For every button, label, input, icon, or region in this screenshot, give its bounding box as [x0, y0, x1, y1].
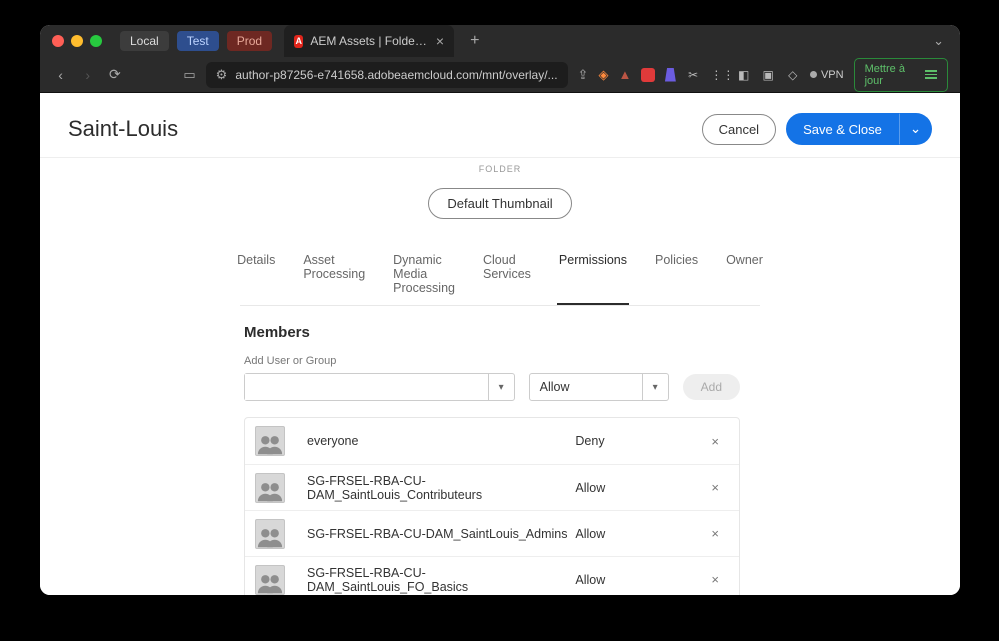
tab-permissions[interactable]: Permissions [557, 243, 629, 305]
page-title: Saint-Louis [68, 116, 702, 142]
tab-cloud-services[interactable]: Cloud Services [481, 243, 533, 305]
title-bar: Local Test Prod A AEM Assets | Folder Pr… [40, 25, 960, 57]
save-close-button[interactable]: Save & Close [786, 113, 899, 145]
page-content: Saint-Louis Cancel Save & Close ⌄ FOLDER… [40, 93, 960, 595]
add-button[interactable]: Add [683, 374, 740, 400]
role-select[interactable]: Allow ▾ [529, 373, 669, 401]
member-row: SG-FRSEL-RBA-CU-DAM_SaintLouis_FO_Basics… [245, 556, 739, 595]
ublock-icon[interactable] [641, 68, 655, 82]
close-window-button[interactable] [52, 35, 64, 47]
site-settings-icon[interactable]: ⚙ [216, 67, 228, 83]
default-thumbnail-button[interactable]: Default Thumbnail [428, 188, 571, 219]
vpn-label: VPN [821, 69, 844, 81]
tab-details[interactable]: Details [235, 243, 277, 305]
tab-dynamic-media[interactable]: Dynamic Media Processing [391, 243, 457, 305]
reader-mode-icon[interactable]: ▭ [183, 67, 195, 83]
chevron-down-icon[interactable]: ▾ [488, 374, 514, 400]
remove-member-button[interactable]: × [705, 524, 725, 543]
update-button[interactable]: Mettre à jour [854, 58, 948, 92]
member-name: everyone [285, 434, 575, 448]
members-heading: Members [244, 324, 740, 341]
member-row: SG-FRSEL-RBA-CU-DAM_SaintLouis_Contribut… [245, 464, 739, 510]
browser-window: Local Test Prod A AEM Assets | Folder Pr… [40, 25, 960, 595]
group-avatar-icon [255, 473, 285, 503]
env-test-tag[interactable]: Test [177, 31, 219, 51]
remove-member-button[interactable]: × [705, 570, 725, 589]
env-local-tag[interactable]: Local [120, 31, 169, 51]
remove-member-button[interactable]: × [705, 478, 725, 497]
tab-close-button[interactable]: × [436, 33, 444, 49]
save-options-button[interactable]: ⌄ [899, 113, 932, 145]
tab-policies[interactable]: Policies [653, 243, 700, 305]
shields-icon[interactable]: ◈ [598, 67, 608, 83]
address-bar: ‹ › ⟳ ▭ ⚙ author-p87256-e741658.adobeaem… [40, 57, 960, 93]
chevron-down-icon[interactable]: ▾ [642, 374, 668, 400]
share-icon[interactable]: ⇪ [578, 67, 589, 83]
add-member-row: ▾ Allow ▾ Add [244, 373, 740, 401]
permissions-panel: Members Add User or Group ▾ Allow ▾ Add … [40, 306, 960, 595]
ext-cut-icon[interactable]: ✂ [686, 68, 701, 82]
url-field[interactable]: ⚙ author-p87256-e741658.adobeaemcloud.co… [206, 62, 568, 88]
member-mode: Allow [575, 481, 705, 495]
member-mode: Allow [575, 573, 705, 587]
tabs-overflow-button[interactable]: ⌄ [929, 33, 948, 49]
extensions: ✂ ⋮⋮ ◧ ▣ ◇ VPN Mettre à jour [641, 58, 948, 92]
reload-button[interactable]: ⟳ [106, 66, 123, 83]
browser-tab[interactable]: A AEM Assets | Folder Properties × [284, 25, 454, 57]
pip-icon[interactable]: ▣ [761, 68, 776, 82]
folder-type-label: FOLDER [40, 164, 960, 174]
back-button[interactable]: ‹ [52, 67, 69, 83]
cancel-button[interactable]: Cancel [702, 114, 776, 145]
group-avatar-icon [255, 426, 285, 456]
save-split-button: Save & Close ⌄ [786, 113, 932, 145]
member-row: SG-FRSEL-RBA-CU-DAM_SaintLouis_Admins Al… [245, 510, 739, 556]
extensions-menu-icon[interactable]: ⋮⋮ [710, 68, 726, 82]
warning-icon[interactable]: ▲ [618, 67, 631, 82]
update-label: Mettre à jour [865, 63, 919, 87]
vpn-badge[interactable]: VPN [810, 69, 844, 81]
env-prod-tag[interactable]: Prod [227, 31, 272, 51]
group-avatar-icon [255, 565, 285, 595]
minimize-window-button[interactable] [71, 35, 83, 47]
tab-owner[interactable]: Owner [724, 243, 765, 305]
tab-strip: Details Asset Processing Dynamic Media P… [240, 243, 760, 306]
member-list: everyone Deny × SG-FRSEL-RBA-CU-DAM_Sain… [244, 417, 740, 595]
member-name: SG-FRSEL-RBA-CU-DAM_SaintLouis_FO_Basics [285, 566, 575, 594]
group-avatar-icon [255, 519, 285, 549]
maximize-window-button[interactable] [90, 35, 102, 47]
url-text: author-p87256-e741658.adobeaemcloud.com/… [235, 68, 557, 82]
tab-title: AEM Assets | Folder Properties [310, 34, 429, 48]
forward-button[interactable]: › [79, 67, 96, 83]
page-header: Saint-Louis Cancel Save & Close ⌄ [40, 93, 960, 158]
new-tab-button[interactable]: + [462, 32, 487, 50]
menu-icon [925, 70, 937, 79]
remove-member-button[interactable]: × [705, 432, 725, 451]
member-row: everyone Deny × [245, 418, 739, 464]
user-group-input[interactable] [245, 374, 488, 400]
member-mode: Allow [575, 527, 705, 541]
window-controls [52, 35, 102, 47]
member-name: SG-FRSEL-RBA-CU-DAM_SaintLouis_Admins [285, 527, 575, 541]
tab-asset-processing[interactable]: Asset Processing [301, 243, 367, 305]
bitwarden-icon[interactable] [665, 68, 676, 82]
role-select-value: Allow [530, 374, 642, 400]
tab-favicon: A [294, 35, 303, 48]
member-mode: Deny [575, 434, 705, 448]
member-name: SG-FRSEL-RBA-CU-DAM_SaintLouis_Contribut… [285, 474, 575, 502]
add-user-label: Add User or Group [244, 355, 740, 367]
sidebar-toggle-icon[interactable]: ◧ [736, 68, 751, 82]
user-group-combobox[interactable]: ▾ [244, 373, 515, 401]
wallet-icon[interactable]: ◇ [785, 68, 800, 82]
